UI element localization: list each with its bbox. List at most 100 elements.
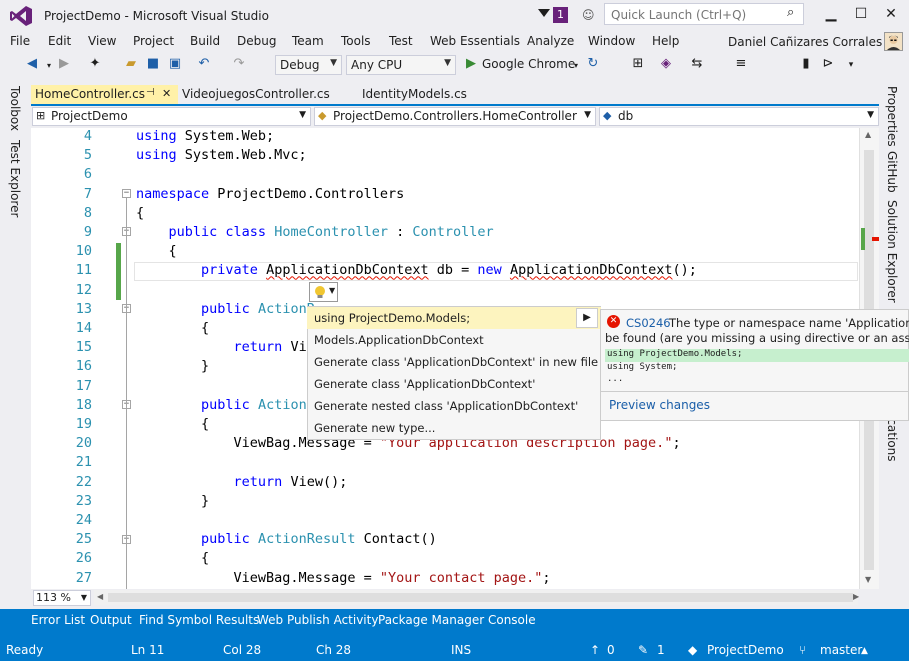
browser-dropdown-icon[interactable]: ▾ bbox=[568, 61, 584, 79]
scroll-up-icon[interactable]: ▲ bbox=[865, 130, 871, 139]
comment-icon[interactable]: ≡ bbox=[733, 56, 749, 74]
configuration-select[interactable]: Debug ▼ bbox=[275, 55, 342, 75]
status-repository[interactable]: ProjectDemo bbox=[707, 643, 784, 657]
github-panel-tab[interactable]: GitHub bbox=[885, 151, 899, 193]
code-line[interactable]: using System.Web; bbox=[136, 128, 274, 144]
code-line[interactable]: public ActionResult Contact() bbox=[136, 531, 437, 547]
pin-tab-icon[interactable]: ⊣ bbox=[146, 87, 155, 98]
code-line[interactable]: return Vie bbox=[136, 339, 315, 355]
menu-web-essentials[interactable]: Web Essentials bbox=[430, 34, 520, 48]
start-browser-button[interactable]: Google Chrome bbox=[482, 57, 575, 71]
project-nav-select[interactable]: ⊞ ProjectDemo ▼ bbox=[32, 107, 311, 126]
code-line[interactable]: { bbox=[136, 320, 209, 336]
bookmark-icon[interactable]: ▮ bbox=[798, 56, 814, 74]
avatar[interactable] bbox=[884, 32, 903, 51]
save-all-icon[interactable]: ▣ bbox=[167, 56, 183, 74]
test-explorer-panel-tab[interactable]: Test Explorer bbox=[8, 140, 22, 217]
scroll-left-icon[interactable]: ◀ bbox=[97, 592, 103, 601]
bookmark-prev-icon[interactable]: ⊳ bbox=[820, 56, 836, 74]
code-line[interactable]: public ActionR bbox=[136, 301, 315, 317]
quick-action-generate-class-new-file[interactable]: Generate class 'ApplicationDbContext' in… bbox=[307, 351, 601, 373]
feedback-icon[interactable]: ☺ bbox=[582, 8, 595, 22]
close-button[interactable]: ✕ bbox=[876, 4, 906, 24]
code-line[interactable]: { bbox=[136, 416, 209, 432]
menu-file[interactable]: File bbox=[10, 34, 30, 48]
menu-debug[interactable]: Debug bbox=[237, 34, 276, 48]
code-line[interactable]: namespace ProjectDemo.Controllers bbox=[136, 186, 404, 202]
tab-videojuegoscontroller[interactable]: VideojuegosController.cs bbox=[178, 85, 358, 104]
pencil-icon[interactable]: ✎ bbox=[638, 643, 648, 657]
scroll-right-icon[interactable]: ▶ bbox=[853, 592, 859, 601]
visual-studio-icon[interactable]: ◈ bbox=[658, 56, 674, 74]
code-line[interactable]: { bbox=[136, 205, 144, 221]
close-tab-icon[interactable]: ✕ bbox=[162, 87, 171, 100]
redo-icon[interactable]: ↷ bbox=[231, 56, 247, 74]
submenu-arrow-icon[interactable]: ▶ bbox=[576, 308, 598, 328]
properties-panel-tab[interactable]: Properties bbox=[885, 86, 899, 147]
code-line[interactable]: using System.Web.Mvc; bbox=[136, 147, 307, 163]
code-line[interactable]: { bbox=[136, 243, 177, 259]
platform-select[interactable]: Any CPU ▼ bbox=[346, 55, 456, 75]
menu-team[interactable]: Team bbox=[292, 34, 324, 48]
bookmark-nav-icon[interactable]: ⇆ bbox=[689, 56, 705, 74]
menu-tools[interactable]: Tools bbox=[341, 34, 371, 48]
toolbar-overflow-icon[interactable]: ▾ bbox=[843, 60, 859, 78]
code-line[interactable]: return View(); bbox=[136, 474, 348, 490]
start-debug-icon[interactable]: ▶ bbox=[463, 56, 479, 74]
code-line[interactable]: } bbox=[136, 358, 209, 374]
status-branch[interactable]: master bbox=[820, 643, 862, 657]
code-line[interactable]: { bbox=[136, 550, 209, 566]
new-project-icon[interactable]: ✦ bbox=[87, 56, 103, 74]
fold-namespace-icon[interactable]: − bbox=[122, 189, 131, 198]
undo-icon[interactable]: ↶ bbox=[196, 56, 212, 74]
search-icon[interactable]: ⌕ bbox=[787, 5, 794, 20]
tab-web-publish-activity[interactable]: Web Publish Activity bbox=[257, 613, 378, 627]
notification-count-badge[interactable]: 1 bbox=[553, 7, 568, 23]
branch-up-icon[interactable]: ▲ bbox=[861, 646, 868, 656]
preview-changes-link[interactable]: Preview changes bbox=[609, 398, 710, 412]
member-nav-select[interactable]: ◆ db ▼ bbox=[599, 107, 879, 126]
branch-icon[interactable]: ⑂ bbox=[799, 643, 806, 657]
menu-project[interactable]: Project bbox=[133, 34, 174, 48]
menu-view[interactable]: View bbox=[88, 34, 116, 48]
menu-window[interactable]: Window bbox=[588, 34, 635, 48]
menu-edit[interactable]: Edit bbox=[48, 34, 71, 48]
tab-identitymodels[interactable]: IdentityModels.cs bbox=[358, 85, 508, 104]
quick-action-generate-class[interactable]: Generate class 'ApplicationDbContext' bbox=[307, 373, 601, 395]
browser-link-icon[interactable]: ⊞ bbox=[630, 56, 646, 74]
zoom-select[interactable]: 113 % ▼ bbox=[33, 590, 91, 606]
status-unpushed-count[interactable]: 0 bbox=[607, 643, 615, 657]
horizontal-scrollbar-thumb[interactable] bbox=[108, 593, 853, 602]
back-icon[interactable]: ◀ bbox=[24, 56, 40, 74]
user-name[interactable]: Daniel Cañizares Corrales bbox=[728, 35, 882, 49]
code-line[interactable]: public class HomeController : Controller bbox=[136, 224, 494, 240]
open-file-icon[interactable]: ▰ bbox=[123, 56, 139, 74]
toolbox-panel-tab[interactable]: Toolbox bbox=[8, 86, 22, 131]
menu-help[interactable]: Help bbox=[652, 34, 679, 48]
code-line[interactable]: ViewBag.Message = "Your contact page."; bbox=[136, 570, 551, 586]
back-dropdown-icon[interactable]: ▾ bbox=[41, 61, 57, 79]
menu-test[interactable]: Test bbox=[389, 34, 413, 48]
menu-build[interactable]: Build bbox=[190, 34, 220, 48]
refresh-icon[interactable]: ↻ bbox=[585, 56, 601, 74]
solution-explorer-panel-tab[interactable]: Solution Explorer bbox=[885, 200, 899, 303]
code-line[interactable]: } bbox=[136, 493, 209, 509]
notifications-panel-tab[interactable]: ications bbox=[885, 415, 899, 462]
error-code-link[interactable]: CS0246 bbox=[626, 316, 671, 330]
forward-icon[interactable]: ▶ bbox=[56, 56, 72, 74]
minimize-button[interactable]: ▁ bbox=[816, 4, 846, 24]
tab-homecontroller[interactable]: HomeController.cs ⊣ ✕ bbox=[31, 85, 178, 104]
save-icon[interactable]: ■ bbox=[145, 56, 161, 74]
scroll-down-icon[interactable]: ▼ bbox=[865, 575, 871, 584]
quick-action-add-using[interactable]: using ProjectDemo.Models; bbox=[307, 307, 601, 329]
repo-icon[interactable]: ◆ bbox=[688, 643, 697, 657]
quick-actions-lightbulb[interactable]: ▼ bbox=[309, 282, 338, 302]
quick-action-generate-nested-class[interactable]: Generate nested class 'ApplicationDbCont… bbox=[307, 395, 601, 417]
code-line[interactable]: public ActionR bbox=[136, 397, 315, 413]
status-changes-count[interactable]: 1 bbox=[657, 643, 665, 657]
tab-error-list[interactable]: Error List bbox=[31, 613, 85, 627]
tab-find-symbol-results[interactable]: Find Symbol Results bbox=[139, 613, 259, 627]
tab-output[interactable]: Output bbox=[90, 613, 132, 627]
quick-action-generate-new-type[interactable]: Generate new type... bbox=[307, 417, 601, 439]
arrow-up-icon[interactable]: ↑ bbox=[590, 643, 600, 657]
